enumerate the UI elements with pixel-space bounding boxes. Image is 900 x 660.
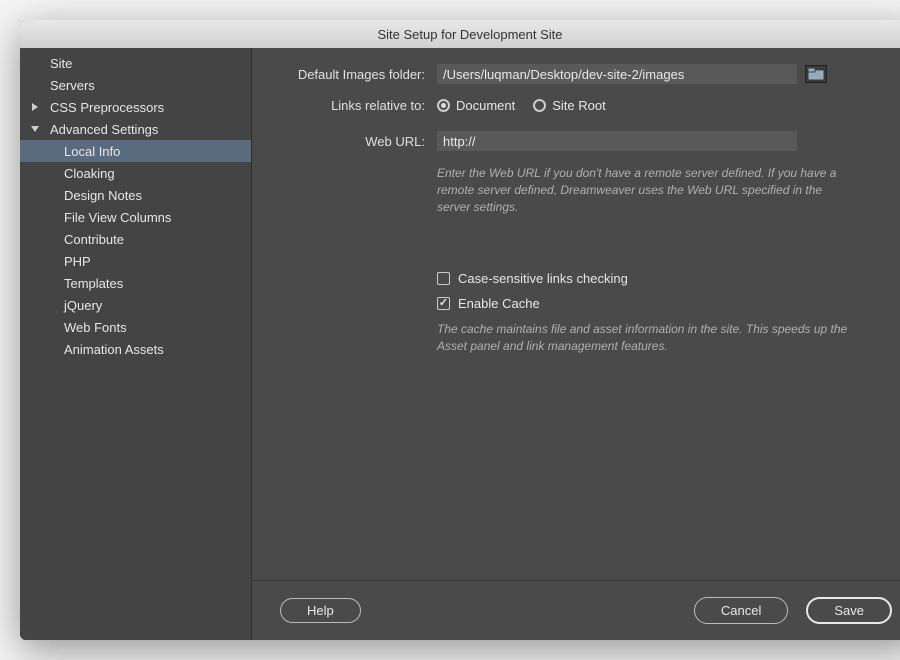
footer: Help Cancel Save: [252, 580, 900, 640]
sidebar-item-file-view-columns[interactable]: File View Columns: [20, 206, 251, 228]
web-url-label: Web URL:: [262, 134, 437, 149]
radio-icon: [437, 99, 450, 112]
enable-cache-checkbox[interactable]: [437, 297, 450, 310]
sidebar-item-label: Servers: [50, 78, 95, 93]
images-folder-input[interactable]: [437, 64, 797, 84]
web-url-input[interactable]: [437, 131, 797, 151]
enable-cache-label: Enable Cache: [458, 296, 540, 311]
sidebar-item-label: PHP: [64, 254, 91, 269]
sidebar-item-label: CSS Preprocessors: [50, 100, 164, 115]
images-folder-label: Default Images folder:: [262, 67, 437, 82]
browse-folder-button[interactable]: [805, 65, 827, 83]
radio-icon: [533, 99, 546, 112]
dialog-window: Site Setup for Development Site Site Ser…: [20, 20, 900, 640]
chevron-down-icon[interactable]: [28, 122, 42, 136]
sidebar-item-site[interactable]: Site: [20, 52, 251, 74]
web-url-row: Web URL:: [262, 131, 890, 151]
sidebar-item-cloaking[interactable]: Cloaking: [20, 162, 251, 184]
sidebar-item-label: File View Columns: [64, 210, 171, 225]
cache-help-text: The cache maintains file and asset infor…: [437, 321, 857, 355]
images-folder-row: Default Images folder:: [262, 64, 890, 84]
radio-site-root[interactable]: Site Root: [533, 98, 605, 113]
sidebar-item-label: Web Fonts: [64, 320, 127, 335]
cancel-button[interactable]: Cancel: [694, 597, 788, 624]
sidebar-item-css-preprocessors[interactable]: CSS Preprocessors: [20, 96, 251, 118]
web-url-help-text: Enter the Web URL if you don't have a re…: [437, 165, 857, 215]
sidebar-item-label: Templates: [64, 276, 123, 291]
sidebar-item-jquery[interactable]: jQuery: [20, 294, 251, 316]
sidebar-item-templates[interactable]: Templates: [20, 272, 251, 294]
case-sensitive-checkbox[interactable]: [437, 272, 450, 285]
sidebar-item-label: Contribute: [64, 232, 124, 247]
main-panel: Default Images folder: Links relative to…: [252, 48, 900, 640]
folder-icon: [808, 68, 824, 80]
content-area: Default Images folder: Links relative to…: [252, 48, 900, 355]
window-title: Site Setup for Development Site: [378, 27, 563, 42]
radio-site-root-label: Site Root: [552, 98, 605, 113]
sidebar-item-contribute[interactable]: Contribute: [20, 228, 251, 250]
links-radio-group: Document Site Root: [437, 98, 606, 113]
sidebar-item-label: jQuery: [64, 298, 102, 313]
links-relative-row: Links relative to: Document Site Root: [262, 98, 890, 113]
radio-document[interactable]: Document: [437, 98, 515, 113]
sidebar-item-label: Local Info: [64, 144, 120, 159]
sidebar-item-design-notes[interactable]: Design Notes: [20, 184, 251, 206]
case-sensitive-label: Case-sensitive links checking: [458, 271, 628, 286]
sidebar-item-label: Site: [50, 56, 72, 71]
chevron-right-icon[interactable]: [28, 100, 42, 114]
sidebar: Site Servers CSS Preprocessors Advanced …: [20, 48, 252, 640]
sidebar-item-label: Cloaking: [64, 166, 115, 181]
save-button[interactable]: Save: [806, 597, 892, 624]
radio-document-label: Document: [456, 98, 515, 113]
case-sensitive-row: Case-sensitive links checking: [437, 271, 890, 286]
titlebar: Site Setup for Development Site: [20, 20, 900, 48]
links-relative-label: Links relative to:: [262, 98, 437, 113]
sidebar-item-servers[interactable]: Servers: [20, 74, 251, 96]
sidebar-item-web-fonts[interactable]: Web Fonts: [20, 316, 251, 338]
sidebar-item-label: Advanced Settings: [50, 122, 158, 137]
help-button[interactable]: Help: [280, 598, 361, 623]
sidebar-item-local-info[interactable]: Local Info: [20, 140, 251, 162]
chevron-placeholder-icon: [28, 78, 42, 92]
sidebar-item-advanced-settings[interactable]: Advanced Settings: [20, 118, 251, 140]
sidebar-item-label: Design Notes: [64, 188, 142, 203]
sidebar-item-php[interactable]: PHP: [20, 250, 251, 272]
enable-cache-row: Enable Cache: [437, 296, 890, 311]
sidebar-item-animation-assets[interactable]: Animation Assets: [20, 338, 251, 360]
sidebar-item-label: Animation Assets: [64, 342, 164, 357]
chevron-placeholder-icon: [28, 56, 42, 70]
dialog-body: Site Servers CSS Preprocessors Advanced …: [20, 48, 900, 640]
